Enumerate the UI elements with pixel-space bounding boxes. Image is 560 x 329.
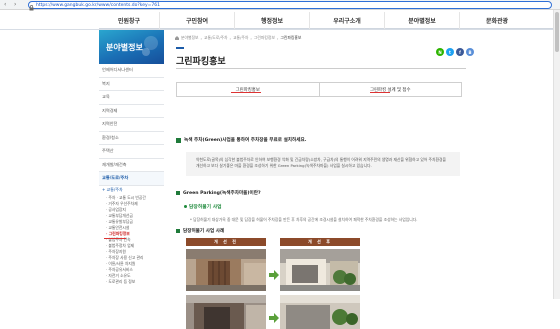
bullet-icon [176, 137, 181, 143]
title-marker [176, 47, 184, 49]
sidebar-item[interactable]: 주택산 [99, 145, 164, 159]
sidebar-item[interactable]: 지역경제 [99, 105, 164, 118]
before-photo-1 [186, 249, 266, 291]
section-heading-text: 녹색 주차(Green)사업을 통하여 주차장을 무료로 설치하세요. [184, 138, 307, 143]
sidebar: 분야별정보 언제어디서나센터 복지 교육 지역경제 지역안전 환경/청소 주택산… [99, 30, 164, 299]
top-menu: 민원창구 구민참여 행정정보 우리구소개 분야별정보 문화관광 [99, 12, 560, 29]
sidebar-subheading[interactable]: + 교통/주차 [99, 186, 164, 194]
facebook-icon[interactable]: f [456, 48, 464, 56]
twitter-icon[interactable]: t [446, 48, 454, 56]
breadcrumb: 분야별정보 › 교통/도로/주차 › 교통/주차 › 그린파킹정보 › 그린파킹홍보 [175, 35, 301, 41]
topmenu-item-about[interactable]: 우리구소개 [309, 12, 384, 29]
lock-icon [29, 0, 34, 15]
decoration-circle [142, 48, 150, 56]
tab-underline [369, 92, 390, 93]
page-scrollbar[interactable] [553, 10, 560, 299]
social-share: N t f B [436, 48, 474, 56]
scrollbar-thumb[interactable] [555, 12, 559, 52]
after-photo-1 [280, 249, 360, 291]
back-icon[interactable]: ‹ [4, 2, 10, 8]
sidebar-item-transport[interactable]: 교통/도로/주차 [99, 172, 164, 186]
main-content: 분야별정보 › 교통/도로/주차 › 교통/주차 › 그린파킹정보 › 그린파킹홍보 그… [172, 30, 474, 329]
content-tabs: 그린파킹홍보 그린파킹 설계 및 접수 [176, 82, 462, 97]
sidebar-menu: 언제어디서나센터 복지 교육 지역경제 지역안전 환경/청소 주택산 재개발/재… [99, 64, 164, 186]
section-heading-text: 담장허물기 사업 사례 [183, 229, 225, 234]
topmenu-item-fields[interactable]: 분야별정보 [384, 12, 459, 29]
tab-greenparking-promo[interactable]: 그린파킹홍보 [177, 83, 319, 96]
arrow-right-icon [269, 265, 279, 280]
breadcrumb-item[interactable]: 교통/도로/주차 [204, 35, 228, 41]
sidebar-item[interactable]: 교육 [99, 91, 164, 105]
tab-greenparking-apply[interactable]: 그린파킹 설계 및 접수 [318, 83, 462, 96]
sidebar-title-box: 분야별정보 [99, 30, 164, 64]
section-heading: Green Parking(녹색주차마을)이란? [176, 190, 261, 196]
after-header: 개 선 후 [280, 238, 360, 246]
subsection-heading-text: 담장허물기 사업 [189, 205, 222, 210]
sidebar-item[interactable]: 지역안전 [99, 118, 164, 132]
breadcrumb-item[interactable]: 그린파킹정보 [254, 35, 275, 41]
address-bar[interactable]: https://www.gangbuk.go.kr/www/contents.d… [28, 1, 552, 10]
topmenu-item-civil[interactable]: 민원창구 [99, 12, 159, 29]
submenu-item[interactable]: · 도로관리 등 정보 [106, 279, 164, 285]
naver-icon[interactable]: N [436, 48, 444, 56]
url-text: https://www.gangbuk.go.kr/www/contents.d… [36, 2, 160, 8]
description: * 담장허물기 대상가옥 중 대문 및 담장을 허물어 주차장을 만든 후 차후… [190, 217, 418, 222]
topmenu-item-participation[interactable]: 구민참여 [159, 12, 234, 29]
breadcrumb-item[interactable]: 분야별정보 [181, 35, 198, 41]
sidebar-item[interactable]: 복지 [99, 78, 164, 91]
arrow-right-icon [269, 308, 279, 323]
dot-icon [184, 205, 187, 208]
sidebar-submenu: · 주차 · 교통 도시 빈공간 · 거주자 우선주차제 · 공사업장지 · 교… [99, 194, 164, 285]
before-photo-2 [186, 295, 266, 329]
subsection-heading: 담장허물기 사업 [184, 203, 222, 210]
bullet-icon [176, 229, 180, 233]
notice-line: 개선하고 보다 살기좋은 마을 환경을 조성하기 위한 Green Parkin… [196, 162, 372, 168]
forward-icon[interactable]: › [14, 2, 20, 8]
home-icon[interactable] [175, 36, 179, 40]
topmenu-item-admin[interactable]: 행정정보 [234, 12, 309, 29]
nav-buttons: ‹ › [4, 2, 20, 8]
section-heading: 녹색 주차(Green)사업을 통하여 주차장을 무료로 설치하세요. [176, 137, 306, 143]
page-title: 그린파킹홍보 [176, 57, 226, 67]
before-header: 개 선 전 [186, 238, 266, 246]
blog-icon[interactable]: B [466, 48, 474, 56]
sidebar-item[interactable]: 재개발/재건축 [99, 159, 164, 172]
notice-box: 약천도로(골목)의 심각한 불법주차로 인하여 보행환경 악화 및 긴급차량(소… [186, 152, 460, 176]
breadcrumb-item-current: 그린파킹홍보 [280, 35, 302, 40]
sidebar-item[interactable]: 언제어디서나센터 [99, 64, 164, 78]
section-heading-text: Green Parking(녹색주차마을)이란? [183, 191, 261, 196]
section-heading: 담장허물기 사업 사례 [176, 228, 224, 234]
tab-underline [231, 92, 261, 93]
sidebar-title: 분야별정보 [106, 43, 143, 52]
active-underline [104, 238, 126, 239]
bullet-icon [176, 191, 180, 195]
topmenu-item-culture[interactable]: 문화관광 [459, 12, 534, 29]
after-photo-2 [280, 295, 360, 329]
sidebar-item[interactable]: 환경/청소 [99, 132, 164, 145]
notice-line: 약천도로(골목)의 심각한 불법주차로 인하여 보행환경 악화 및 긴급차량(소… [196, 157, 446, 162]
title-divider [176, 68, 466, 69]
breadcrumb-item[interactable]: 교통/주차 [233, 35, 248, 41]
